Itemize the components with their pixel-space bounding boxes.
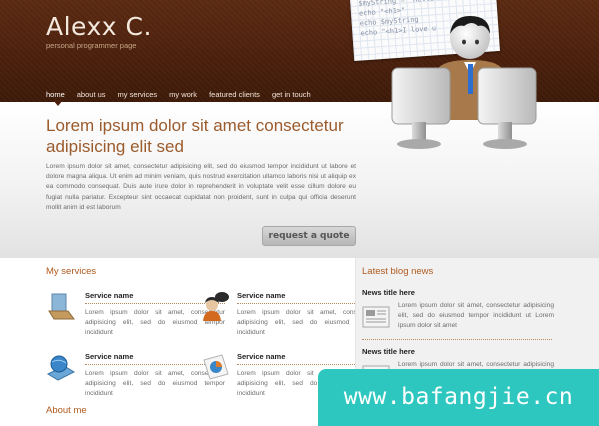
active-nav-indicator [53,100,63,106]
hero-title: Lorem ipsum dolor sit amet consectetur a… [46,116,344,156]
site-logo[interactable]: Alexx C. [46,12,152,41]
nav-item-home[interactable]: home [46,90,65,99]
hero-text: Lorem ipsum dolor sit amet, consectetur … [46,163,356,211]
globe-icon [46,355,76,381]
news-text: Lorem ipsum dolor sit amet, consectetur … [398,302,554,330]
watermark-banner: www.bafangjie.cn [318,369,599,426]
news-title[interactable]: News title here [362,347,415,356]
nav-item-about[interactable]: about us [77,90,106,99]
pie-chart-icon [203,354,229,380]
request-quote-button[interactable]: request a quote [262,226,356,246]
news-title[interactable]: News title here [362,288,415,297]
main-nav: home about us my services my work featur… [46,90,323,99]
newspaper-icon [362,306,390,328]
notebook-icon [48,293,75,320]
nav-item-contact[interactable]: get in touch [272,90,311,99]
about-heading: About me [46,405,87,416]
nav-item-services[interactable]: my services [118,90,158,99]
blog-heading: Latest blog news [362,266,434,277]
services-heading: My services [46,266,97,277]
person-chat-icon [203,292,229,321]
site-tagline: personal programmer page [46,41,137,50]
nav-item-clients[interactable]: featured clients [209,90,260,99]
news-divider [362,339,552,340]
programmer-illustration-icon [391,16,537,149]
nav-item-work[interactable]: my work [169,90,197,99]
